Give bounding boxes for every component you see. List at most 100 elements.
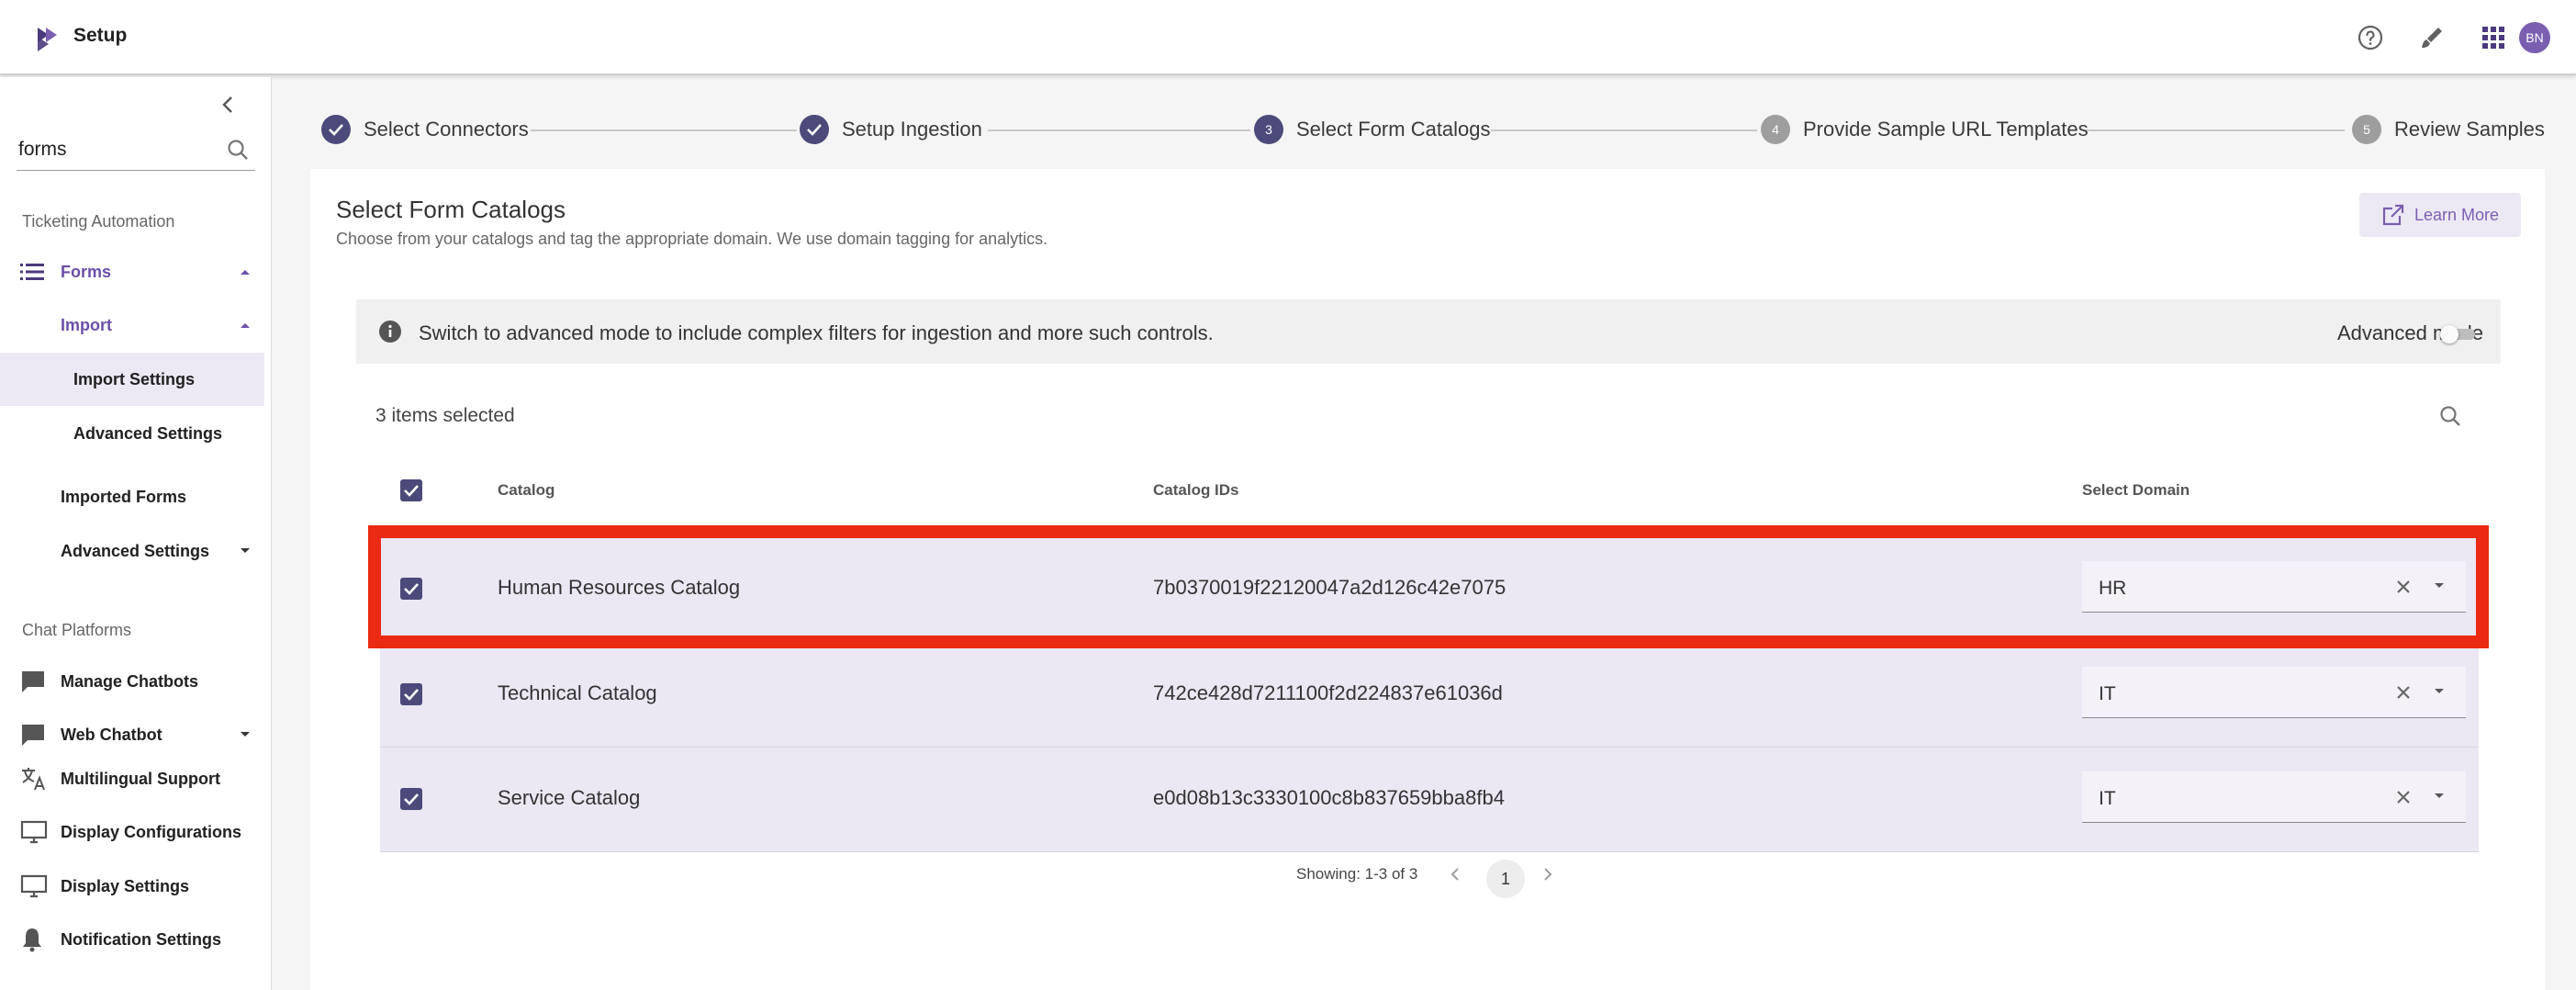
sidebar-item-label: Manage Chatbots xyxy=(61,671,199,691)
catalog-card: Select Form Catalogs Choose from your ca… xyxy=(310,169,2545,990)
sidebar-item-notification-settings[interactable]: Notification Settings xyxy=(0,913,264,966)
dropdown-arrow-icon[interactable] xyxy=(2433,687,2446,696)
sidebar-item-forms-advanced-settings[interactable]: Advanced Settings xyxy=(0,524,264,578)
learn-more-label: Learn More xyxy=(2414,205,2500,224)
table-row[interactable]: Service Catalog e0d08b13c3330100c8b83765… xyxy=(380,748,2479,852)
sidebar-item-import[interactable]: Import xyxy=(0,298,264,352)
catalog-id: e0d08b13c3330100c8b837659bba8fb4 xyxy=(1153,786,1505,809)
catalog-name: Technical Catalog xyxy=(498,681,657,704)
clear-icon[interactable] xyxy=(2394,788,2413,806)
clear-icon[interactable] xyxy=(2394,683,2413,702)
apps-grid-icon[interactable] xyxy=(2478,22,2509,53)
sidebar-item-forms[interactable]: Forms xyxy=(0,245,264,298)
external-link-icon xyxy=(2381,203,2405,227)
app-logo-icon[interactable] xyxy=(33,22,64,53)
column-header-select-domain[interactable]: Select Domain xyxy=(2082,481,2190,500)
select-all-checkbox[interactable] xyxy=(400,479,422,501)
row-checkbox[interactable] xyxy=(400,683,422,705)
sidebar-item-display-configurations[interactable]: Display Configurations xyxy=(0,805,264,859)
domain-select[interactable]: IT xyxy=(2082,771,2466,823)
step-setup-ingestion[interactable]: Setup Ingestion xyxy=(800,115,982,144)
check-circle-icon xyxy=(321,115,351,144)
chevron-down-icon xyxy=(239,546,252,556)
help-icon[interactable] xyxy=(2355,22,2386,53)
translate-icon xyxy=(20,766,48,792)
stepper-connector xyxy=(988,129,1250,131)
catalog-name: Service Catalog xyxy=(498,786,641,809)
sidebar-item-label: Multilingual Support xyxy=(61,769,220,788)
sidebar-item-label: Import xyxy=(61,315,112,334)
chat-bubble-icon xyxy=(20,669,46,693)
chat-bubble-icon xyxy=(20,723,46,747)
sidebar-item-label: Notification Settings xyxy=(61,929,221,949)
column-header-catalog-ids[interactable]: Catalog IDs xyxy=(1153,481,1239,500)
step-provide-sample-url-templates[interactable]: 4 Provide Sample URL Templates xyxy=(1761,115,2089,144)
collapse-sidebar-icon[interactable] xyxy=(217,92,239,118)
table-search-icon[interactable] xyxy=(2438,404,2462,428)
step-select-form-catalogs[interactable]: 3 Select Form Catalogs xyxy=(1254,115,1491,144)
sidebar-item-label: Import Settings xyxy=(73,369,196,388)
sidebar-item-label: Web Chatbot xyxy=(61,725,162,744)
domain-select[interactable]: IT xyxy=(2082,667,2466,718)
table-row[interactable]: Technical Catalog 742ce428d7211100f2d224… xyxy=(380,643,2479,748)
monitor-icon xyxy=(20,820,48,844)
info-icon xyxy=(378,320,402,343)
dropdown-arrow-icon[interactable] xyxy=(2433,792,2446,801)
advanced-mode-banner: Switch to advanced mode to include compl… xyxy=(356,299,2501,364)
section-label-ticketing: Ticketing Automation xyxy=(22,212,175,231)
sidebar-item-label: Imported Forms xyxy=(61,487,187,506)
brush-icon[interactable] xyxy=(2416,22,2447,53)
step-label: Setup Ingestion xyxy=(842,118,982,141)
step-select-connectors[interactable]: Select Connectors xyxy=(321,115,529,144)
sidebar-item-multilingual-support[interactable]: Multilingual Support xyxy=(0,752,264,805)
search-icon[interactable] xyxy=(226,138,250,162)
sidebar-item-label: Advanced Settings xyxy=(73,423,223,443)
page-title: Select Form Catalogs xyxy=(336,196,566,223)
sidebar-item-label: Advanced Settings xyxy=(61,541,210,560)
sidebar-search xyxy=(17,130,255,171)
section-label-chat-platforms: Chat Platforms xyxy=(22,621,132,639)
sidebar-item-imported-forms[interactable]: Imported Forms xyxy=(0,470,264,523)
learn-more-button[interactable]: Learn More xyxy=(2359,193,2521,237)
step-label: Select Connectors xyxy=(364,118,529,141)
highlight-box xyxy=(368,525,2489,648)
step-label: Provide Sample URL Templates xyxy=(1803,118,2089,141)
step-number: 3 xyxy=(1254,115,1283,144)
bell-icon xyxy=(20,927,44,952)
selection-count: 3 items selected xyxy=(375,405,515,426)
chevron-down-icon xyxy=(239,730,252,739)
sidebar-item-import-advanced-settings[interactable]: Advanced Settings xyxy=(0,407,264,460)
row-checkbox[interactable] xyxy=(400,788,422,810)
user-avatar[interactable]: BN xyxy=(2519,22,2550,53)
check-circle-icon xyxy=(800,115,829,144)
stepper-connector xyxy=(1491,129,1757,131)
top-bar: Setup BN xyxy=(0,0,2576,75)
sidebar-item-import-settings[interactable]: Import Settings xyxy=(0,353,264,406)
chevron-right-icon[interactable] xyxy=(1541,864,1554,884)
app-title: Setup xyxy=(73,25,128,46)
monitor-icon xyxy=(20,874,48,898)
sidebar-item-label: Display Settings xyxy=(61,876,190,895)
step-number: 5 xyxy=(2352,115,2381,144)
advanced-mode-toggle[interactable] xyxy=(2440,325,2477,343)
catalog-id: 742ce428d7211100f2d224837e61036d xyxy=(1153,681,1503,704)
sidebar-item-label: Display Configurations xyxy=(61,822,242,841)
domain-value: IT xyxy=(2099,683,2116,704)
step-review-samples[interactable]: 5 Review Samples xyxy=(2352,115,2545,144)
step-number: 4 xyxy=(1761,115,1790,144)
stepper-connector xyxy=(531,129,797,131)
stepper-connector xyxy=(2086,129,2345,131)
banner-text: Switch to advanced mode to include compl… xyxy=(419,321,1214,344)
list-icon xyxy=(20,263,44,281)
sidebar-item-display-settings[interactable]: Display Settings xyxy=(0,860,264,913)
page-button[interactable]: 1 xyxy=(1486,860,1525,898)
pagination-summary: Showing: 1-3 of 3 xyxy=(1296,865,1418,883)
step-label: Review Samples xyxy=(2394,118,2545,141)
sidebar-item-manage-chatbots[interactable]: Manage Chatbots xyxy=(0,655,264,708)
sidebar-search-input[interactable] xyxy=(17,136,209,163)
column-header-catalog[interactable]: Catalog xyxy=(498,481,554,500)
chevron-left-icon[interactable] xyxy=(1449,864,1462,884)
chevron-up-icon xyxy=(239,321,252,330)
sidebar: Ticketing Automation Forms Import Import… xyxy=(0,77,272,990)
chevron-up-icon xyxy=(239,267,252,276)
